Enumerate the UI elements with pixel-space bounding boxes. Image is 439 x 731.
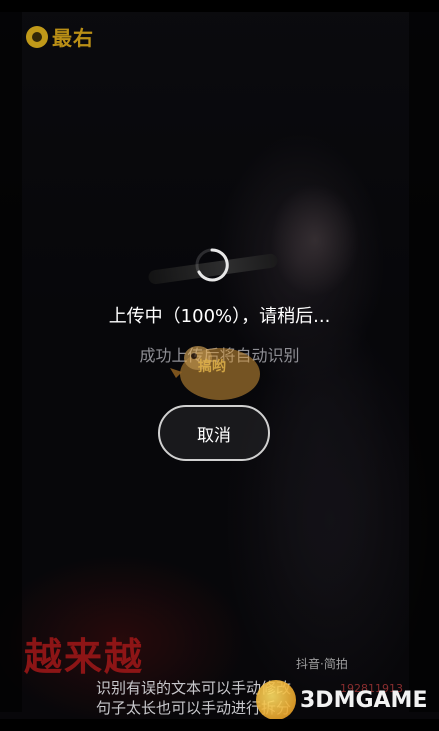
- logo-icon: [26, 25, 48, 48]
- mascot-watermark-text: 搞哟: [198, 359, 226, 375]
- site-watermark-text: 3DMGAME: [300, 687, 428, 713]
- app-logo: 最右: [26, 22, 94, 51]
- status-bar: [0, 0, 439, 12]
- site-badge-icon: [256, 680, 296, 720]
- douyin-watermark: 抖音·简拍: [296, 657, 348, 671]
- logo-text: 最右: [52, 26, 94, 50]
- upload-status-title: 上传中（100%），请稍后...: [108, 306, 331, 327]
- site-watermark: 3DMGAME: [256, 680, 427, 720]
- upload-screen: 最右 上传中（100%），请稍后... 成功上传后将自动识别 搞哟 取消 越来越…: [0, 0, 439, 731]
- video-red-caption: 越来越: [24, 635, 145, 679]
- loading-spinner-icon: [195, 248, 229, 282]
- cancel-button[interactable]: 取消: [158, 405, 270, 461]
- bottom-bar: [0, 719, 439, 731]
